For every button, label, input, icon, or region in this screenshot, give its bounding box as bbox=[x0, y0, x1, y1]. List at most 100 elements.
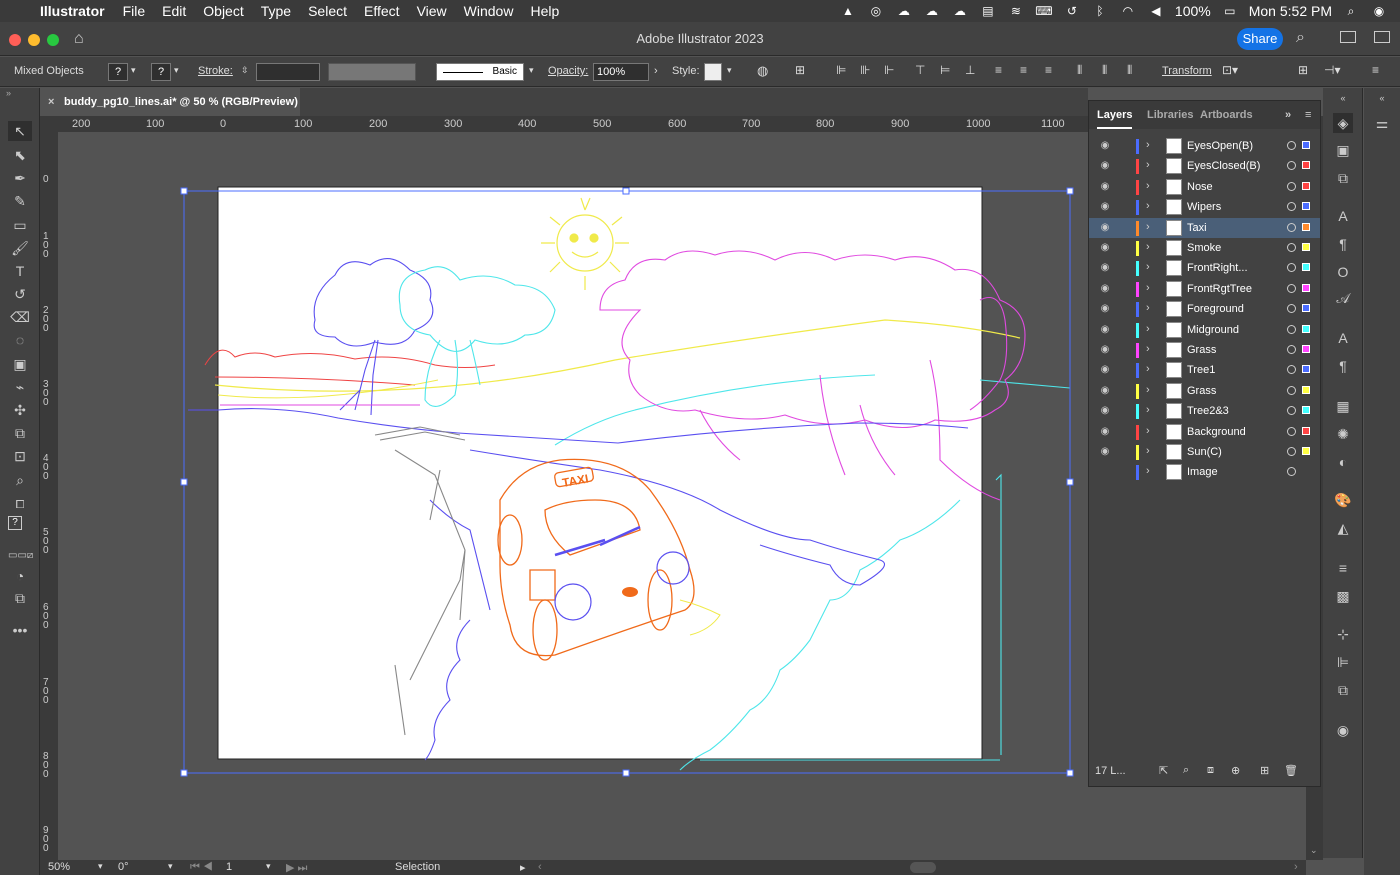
visibility-eye-icon[interactable]: ◉ bbox=[1098, 385, 1112, 397]
expand-layer-chevron-icon[interactable]: › bbox=[1146, 302, 1156, 314]
selection-indicator[interactable] bbox=[1302, 161, 1310, 170]
zoom-tool-icon[interactable]: ⌕ bbox=[8, 470, 32, 490]
expand-layer-chevron-icon[interactable]: › bbox=[1146, 465, 1156, 477]
layer-name[interactable]: Foreground bbox=[1187, 303, 1244, 315]
layer-row[interactable]: ◉ › FrontRight... bbox=[1089, 258, 1320, 278]
expand-layer-chevron-icon[interactable]: › bbox=[1146, 323, 1156, 335]
expand-layer-chevron-icon[interactable]: › bbox=[1146, 221, 1156, 233]
layer-target-icon[interactable] bbox=[1287, 324, 1296, 334]
chevron-down-icon[interactable]: ▾ bbox=[98, 861, 103, 872]
properties-icon[interactable]: ⚌ bbox=[1372, 113, 1392, 133]
menu-edit[interactable]: Edit bbox=[162, 3, 186, 19]
layer-target-icon[interactable] bbox=[1287, 467, 1296, 477]
chevron-down-icon[interactable]: ▾ bbox=[131, 65, 136, 76]
stroke-icon[interactable]: ≡ bbox=[1333, 558, 1353, 578]
paragraph-icon[interactable]: ¶ bbox=[1333, 234, 1353, 254]
visibility-eye-icon[interactable]: ◉ bbox=[1098, 324, 1112, 336]
color-mode-icon[interactable]: ▭▭⧄ bbox=[8, 546, 33, 566]
distribute-bottom-icon[interactable]: ≡ bbox=[1045, 63, 1052, 77]
selection-indicator[interactable] bbox=[1302, 385, 1310, 394]
appearance-icon[interactable]: ◉ bbox=[1333, 720, 1353, 740]
rotation-value[interactable]: 0° bbox=[118, 861, 129, 873]
visibility-eye-icon[interactable]: ◉ bbox=[1098, 283, 1112, 295]
selection-indicator[interactable] bbox=[1302, 141, 1310, 149]
document-tab[interactable]: × buddy_pg10_lines.ai* @ 50 % (RGB/Previ… bbox=[40, 88, 300, 116]
menu-select[interactable]: Select bbox=[308, 3, 347, 19]
stroke-stepper-icon[interactable]: ⇳ bbox=[241, 65, 249, 76]
expand-layer-chevron-icon[interactable]: › bbox=[1146, 241, 1156, 253]
sync-icon[interactable]: ◎ bbox=[867, 4, 885, 18]
cloud-icon-3[interactable]: ☁ bbox=[951, 4, 969, 18]
menu-view[interactable]: View bbox=[417, 3, 447, 19]
layer-name[interactable]: FrontRight... bbox=[1187, 262, 1248, 274]
menu-effect[interactable]: Effect bbox=[364, 3, 400, 19]
layer-row[interactable]: ◉ › Tree1 bbox=[1089, 360, 1320, 380]
shape-builder-tool-icon[interactable]: ⧉ bbox=[8, 423, 32, 443]
visibility-eye-icon[interactable]: ◉ bbox=[1098, 303, 1112, 315]
layer-name[interactable]: Tree1 bbox=[1187, 364, 1215, 376]
layer-target-icon[interactable] bbox=[1287, 283, 1296, 293]
eraser-tool-icon[interactable]: ⌫ bbox=[8, 307, 32, 327]
vertical-ruler[interactable]: 0 100 200 300 400 500 600 700 800 900 bbox=[40, 116, 58, 860]
glyphs-icon[interactable]: 𝒜 bbox=[1333, 288, 1353, 308]
clipping-mask-icon[interactable]: ⧈ bbox=[1207, 764, 1214, 777]
align-center-icon[interactable]: ⊪ bbox=[860, 63, 870, 77]
pathfinder-icon[interactable]: ⧉ bbox=[1333, 680, 1353, 700]
siri-icon[interactable]: ◉ bbox=[1370, 4, 1388, 18]
layer-row[interactable]: ◉ › Sun(C) bbox=[1089, 442, 1320, 462]
collapse-icon[interactable]: « bbox=[1333, 88, 1353, 108]
expand-layer-chevron-icon[interactable]: › bbox=[1146, 425, 1156, 437]
panel-menu-icon[interactable]: ≡ bbox=[1305, 109, 1311, 121]
expand-layer-chevron-icon[interactable]: › bbox=[1146, 343, 1156, 355]
align-to-icon[interactable]: ⊞ bbox=[795, 63, 805, 77]
close-tab-icon[interactable]: × bbox=[48, 88, 54, 116]
artboard-tool-icon[interactable]: ⊡ bbox=[8, 446, 32, 466]
layer-name[interactable]: Midground bbox=[1187, 324, 1239, 336]
clock[interactable]: Mon 5:52 PM bbox=[1249, 3, 1332, 19]
layer-name[interactable]: Grass bbox=[1187, 385, 1216, 397]
paragraph-styles-icon[interactable]: ¶ bbox=[1333, 356, 1353, 376]
align-top-icon[interactable]: ⊤ bbox=[915, 63, 925, 77]
selection-indicator[interactable] bbox=[1302, 304, 1310, 313]
pen-tool-icon[interactable]: ✒ bbox=[8, 168, 32, 188]
layer-name[interactable]: Grass bbox=[1187, 344, 1216, 356]
transform-link[interactable]: Transform bbox=[1162, 65, 1212, 77]
layer-target-icon[interactable] bbox=[1287, 222, 1296, 232]
visibility-eye-icon[interactable]: ◉ bbox=[1098, 364, 1112, 376]
layer-target-icon[interactable] bbox=[1287, 406, 1296, 416]
export-icon[interactable]: ⇱ bbox=[1159, 764, 1168, 777]
layer-row[interactable]: ◉ › Grass bbox=[1089, 340, 1320, 360]
cloud-icon[interactable]: ☁ bbox=[895, 4, 913, 18]
layer-target-icon[interactable] bbox=[1287, 365, 1296, 375]
expand-layer-chevron-icon[interactable]: › bbox=[1146, 180, 1156, 192]
visibility-eye-icon[interactable]: ◉ bbox=[1098, 446, 1112, 458]
layer-row[interactable]: ◉ › Foreground bbox=[1089, 299, 1320, 319]
expand-layer-chevron-icon[interactable]: › bbox=[1146, 445, 1156, 457]
nose-artwork[interactable] bbox=[622, 587, 638, 597]
opacity-field[interactable]: 100% bbox=[593, 63, 649, 81]
first-artboard-icon[interactable]: ⏮ ◀ bbox=[190, 861, 213, 874]
wifi-icon[interactable]: ◠ bbox=[1119, 4, 1137, 18]
selection-indicator[interactable] bbox=[1302, 345, 1310, 353]
selection-tool-icon[interactable]: ↖ bbox=[8, 121, 32, 141]
layer-target-icon[interactable] bbox=[1287, 426, 1296, 436]
visibility-eye-icon[interactable]: ◉ bbox=[1098, 262, 1112, 274]
recolor-artwork-icon[interactable]: ◍ bbox=[757, 63, 768, 79]
brushes-icon[interactable]: ✺ bbox=[1333, 424, 1353, 444]
expand-layer-chevron-icon[interactable]: › bbox=[1146, 363, 1156, 375]
stroke-label[interactable]: Stroke: bbox=[198, 65, 233, 77]
expand-layer-chevron-icon[interactable]: › bbox=[1146, 404, 1156, 416]
opentype-icon[interactable]: O bbox=[1333, 262, 1353, 282]
menu-file[interactable]: File bbox=[123, 3, 146, 19]
stroke-swatch[interactable]: ? bbox=[151, 63, 171, 81]
creative-cloud-icon[interactable]: ▲ bbox=[839, 4, 857, 18]
transform-options-icon[interactable]: ⊡▾ bbox=[1222, 63, 1238, 77]
puppet-warp-tool-icon[interactable]: ✣ bbox=[8, 400, 32, 420]
chevron-down-icon[interactable]: ▾ bbox=[727, 65, 732, 76]
layer-row[interactable]: ◉ › Midground bbox=[1089, 320, 1320, 340]
align-icon[interactable]: ⊫ bbox=[1333, 652, 1353, 672]
visibility-eye-icon[interactable]: ◉ bbox=[1098, 140, 1112, 152]
tab-layers[interactable]: Layers bbox=[1097, 109, 1133, 129]
panels-icon[interactable] bbox=[1374, 31, 1390, 43]
gradient-tool-icon[interactable]: ▣ bbox=[8, 354, 32, 374]
